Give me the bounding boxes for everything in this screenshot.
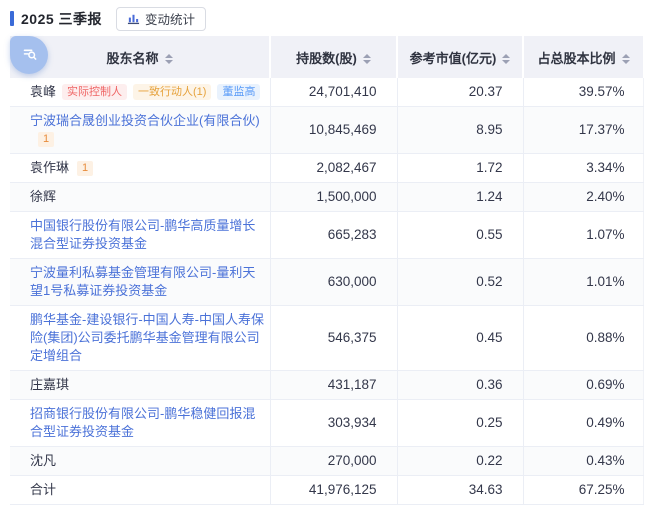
shares-held: 2,082,467	[270, 154, 397, 183]
pct-of-capital: 0.88%	[523, 306, 643, 371]
shareholder-name-link[interactable]: 宁波量利私募基金管理有限公司-量利天望1号私募证券投资基金	[30, 265, 255, 298]
count-badge: 1	[38, 132, 54, 147]
search-filter-fab[interactable]	[10, 36, 48, 74]
market-value: 20.37	[397, 78, 523, 107]
page-title: 2025 三季报	[21, 9, 102, 29]
change-statistics-button[interactable]: 变动统计	[116, 7, 206, 31]
tag-concerted-actor: 一致行动人(1)	[133, 84, 211, 100]
list-search-icon	[20, 44, 38, 67]
pct-of-capital: 0.69%	[523, 371, 643, 400]
col-header-pct-of-capital[interactable]: 占总股本比例	[523, 36, 643, 78]
table-row: 招商银行股份有限公司-鹏华稳健回报混合型证券投资基金 303,934 0.25 …	[10, 400, 643, 447]
shares-held: 1,500,000	[270, 183, 397, 212]
market-value: 0.45	[397, 306, 523, 371]
pct-of-capital: 1.07%	[523, 212, 643, 259]
total-label: 合计	[30, 482, 56, 497]
market-value: 8.95	[397, 107, 523, 154]
col-label: 持股数(股)	[296, 51, 357, 66]
col-header-shareholder-name[interactable]: 股东名称	[10, 36, 270, 78]
shares-held: 24,701,410	[270, 78, 397, 107]
sort-icon[interactable]	[502, 54, 510, 64]
sort-icon[interactable]	[165, 54, 173, 64]
shareholder-name: 袁作琳	[30, 160, 69, 175]
shares-held: 630,000	[270, 259, 397, 306]
tag-director-supervisor: 董监高	[217, 84, 260, 100]
pct-of-capital: 1.01%	[523, 259, 643, 306]
shares-held: 10,845,469	[270, 107, 397, 154]
shareholders-table: 股东名称 持股数(股) 参考市值(亿元) 占总股本比例 袁峰实际控制人一致行动人…	[10, 36, 643, 505]
table-row: 鹏华基金-建设银行-中国人寿-中国人寿保险(集团)公司委托鹏华基金管理有限公司定…	[10, 306, 643, 371]
total-pct: 67.25%	[523, 476, 643, 505]
report-header: 2025 三季报 变动统计	[0, 0, 650, 36]
change-statistics-label: 变动统计	[145, 9, 195, 28]
shareholder-name-link[interactable]: 宁波瑞合晟创业投资合伙企业(有限合伙)	[30, 113, 260, 128]
shares-held: 303,934	[270, 400, 397, 447]
shareholder-name: 沈凡	[30, 453, 56, 468]
pct-of-capital: 2.40%	[523, 183, 643, 212]
col-label: 参考市值(亿元)	[410, 51, 497, 66]
table-row: 徐辉 1,500,000 1.24 2.40%	[10, 183, 643, 212]
col-header-market-value[interactable]: 参考市值(亿元)	[397, 36, 523, 78]
col-label: 股东名称	[106, 51, 158, 66]
title-accent-bar	[10, 11, 14, 26]
col-label: 占总股本比例	[537, 51, 615, 66]
market-value: 0.36	[397, 371, 523, 400]
table-row: 宁波瑞合晟创业投资合伙企业(有限合伙) 1 10,845,469 8.95 17.…	[10, 107, 643, 154]
shareholder-name: 庄嘉琪	[30, 377, 69, 392]
shareholder-name-link[interactable]: 中国银行股份有限公司-鹏华高质量增长混合型证券投资基金	[30, 218, 255, 251]
sort-icon[interactable]	[363, 54, 371, 64]
shareholder-name-link[interactable]: 招商银行股份有限公司-鹏华稳健回报混合型证券投资基金	[30, 406, 255, 439]
bar-chart-icon	[127, 12, 140, 25]
sort-icon[interactable]	[622, 54, 630, 64]
table-row: 庄嘉琪 431,187 0.36 0.69%	[10, 371, 643, 400]
market-value: 1.72	[397, 154, 523, 183]
shareholder-name: 袁峰	[30, 84, 56, 99]
count-badge: 1	[77, 161, 93, 176]
shareholder-name: 徐辉	[30, 189, 56, 204]
table-row: 中国银行股份有限公司-鹏华高质量增长混合型证券投资基金 665,283 0.55…	[10, 212, 643, 259]
market-value: 0.25	[397, 400, 523, 447]
total-shares: 41,976,125	[270, 476, 397, 505]
shareholder-name-link[interactable]: 鹏华基金-建设银行-中国人寿-中国人寿保险(集团)公司委托鹏华基金管理有限公司定…	[30, 312, 264, 363]
table-header-row: 股东名称 持股数(股) 参考市值(亿元) 占总股本比例	[10, 36, 643, 78]
pct-of-capital: 39.57%	[523, 78, 643, 107]
total-market-value: 34.63	[397, 476, 523, 505]
pct-of-capital: 0.49%	[523, 400, 643, 447]
pct-of-capital: 17.37%	[523, 107, 643, 154]
market-value: 1.24	[397, 183, 523, 212]
table-row: 袁峰实际控制人一致行动人(1) 董监高 24,701,410 20.37 39.5…	[10, 78, 643, 107]
total-row: 合计 41,976,125 34.63 67.25%	[10, 476, 643, 505]
tag-actual-controller: 实际控制人	[62, 84, 127, 100]
shares-held: 665,283	[270, 212, 397, 259]
pct-of-capital: 3.34%	[523, 154, 643, 183]
table-row: 袁作琳 1 2,082,467 1.72 3.34%	[10, 154, 643, 183]
col-header-shares-held[interactable]: 持股数(股)	[270, 36, 397, 78]
table-row: 宁波量利私募基金管理有限公司-量利天望1号私募证券投资基金 630,000 0.…	[10, 259, 643, 306]
shares-held: 431,187	[270, 371, 397, 400]
market-value: 0.52	[397, 259, 523, 306]
market-value: 0.55	[397, 212, 523, 259]
shares-held: 546,375	[270, 306, 397, 371]
